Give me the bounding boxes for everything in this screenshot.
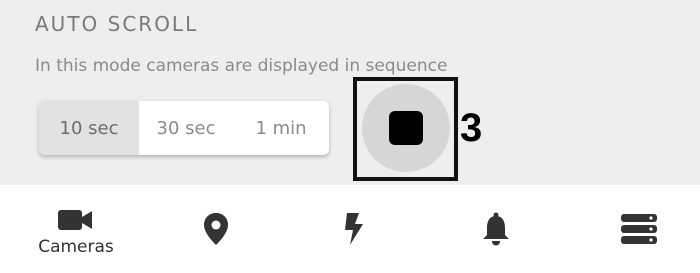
interval-option-30-sec[interactable]: 30 sec: [139, 101, 233, 155]
video-camera-icon: [56, 205, 96, 235]
interval-option-10-sec[interactable]: 10 sec: [39, 101, 139, 155]
server-stack-icon: [619, 209, 659, 249]
tab-notifications[interactable]: [436, 185, 556, 273]
callout-highlight-box: [353, 77, 458, 181]
tab-map[interactable]: [156, 185, 276, 273]
bottom-tab-bar: Cameras: [0, 185, 700, 273]
location-pin-icon: [196, 209, 236, 249]
callout-number: 3: [460, 106, 483, 150]
lightning-icon: [334, 209, 374, 249]
section-description: In this mode cameras are displayed in se…: [35, 56, 448, 76]
tab-servers[interactable]: [579, 185, 699, 273]
interval-selector: 10 sec 30 sec 1 min: [39, 101, 329, 155]
section-title: AUTO SCROLL: [35, 12, 199, 36]
bell-icon: [476, 209, 516, 249]
tab-cameras[interactable]: Cameras: [16, 185, 136, 273]
tab-events[interactable]: [294, 185, 414, 273]
interval-option-1-min[interactable]: 1 min: [233, 101, 329, 155]
tab-cameras-label: Cameras: [38, 237, 114, 257]
auto-scroll-panel: AUTO SCROLL In this mode cameras are dis…: [0, 0, 700, 185]
